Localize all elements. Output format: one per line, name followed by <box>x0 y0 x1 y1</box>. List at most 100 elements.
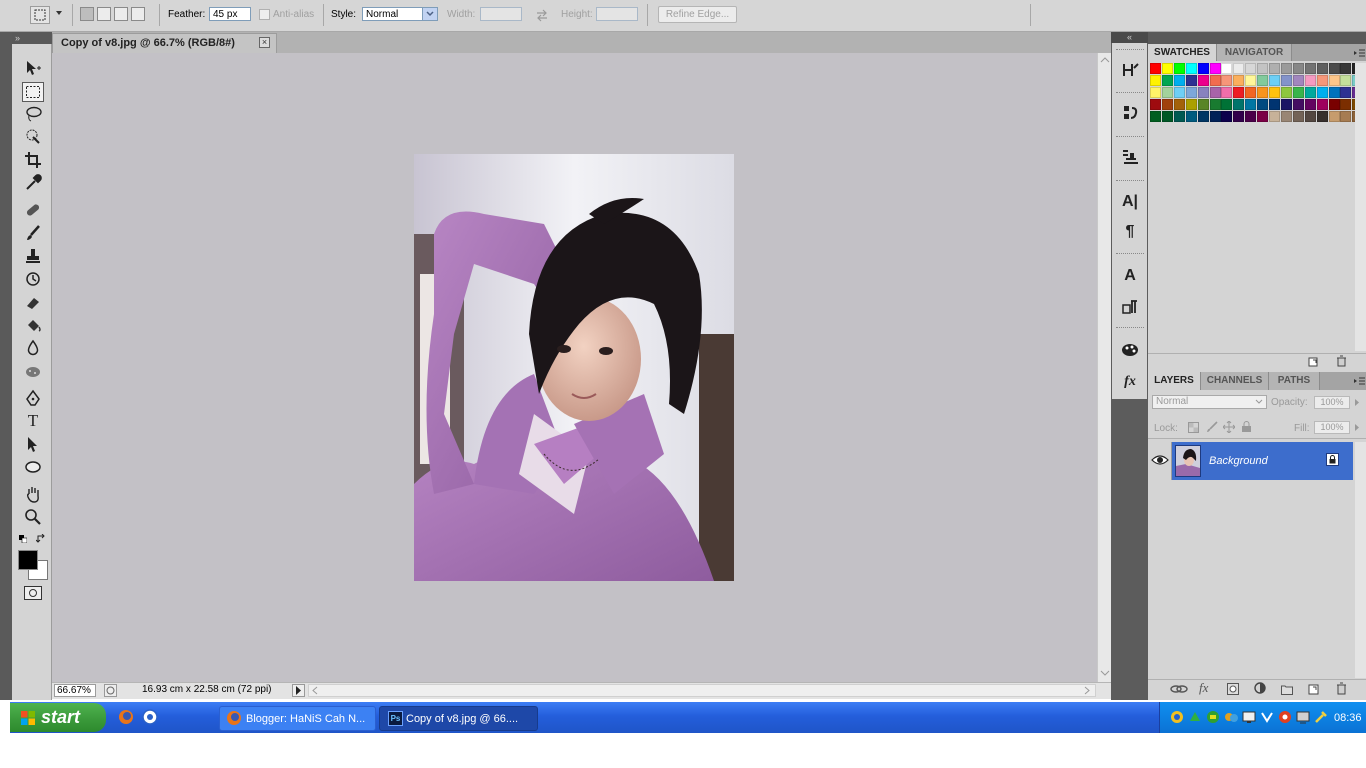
hand-tool[interactable] <box>22 484 44 504</box>
document-tab[interactable]: Copy of v8.jpg @ 66.7% (RGB/8#) <box>52 33 277 53</box>
tool-presets-icon[interactable] <box>1116 145 1144 169</box>
tray-update-icon[interactable] <box>1187 709 1203 725</box>
swatch[interactable] <box>1197 75 1209 86</box>
dock-grip[interactable] <box>1116 180 1144 184</box>
tool-preset-picker[interactable] <box>30 6 50 24</box>
paint-bucket-tool[interactable] <box>22 315 44 335</box>
quick-mask-button[interactable] <box>24 586 42 600</box>
scroll-left-icon[interactable] <box>309 685 321 696</box>
delete-layer-icon[interactable] <box>1336 682 1347 695</box>
height-input[interactable] <box>596 7 638 21</box>
opacity-field[interactable]: 100% <box>1314 396 1350 409</box>
swatch[interactable] <box>1340 99 1352 110</box>
swatch[interactable] <box>1197 111 1209 122</box>
eraser-tool[interactable] <box>22 292 44 312</box>
tray-display-icon[interactable] <box>1241 709 1257 725</box>
swatch[interactable] <box>1150 63 1161 74</box>
color-palette-icon[interactable] <box>1116 338 1144 362</box>
swatch[interactable] <box>1221 75 1233 86</box>
swatch[interactable] <box>1280 75 1292 86</box>
lock-transparent-icon[interactable] <box>1188 422 1199 433</box>
swatch[interactable] <box>1304 87 1316 98</box>
default-colors-icon[interactable] <box>19 535 27 543</box>
refine-edge-button[interactable]: Refine Edge... <box>658 6 737 23</box>
swatch[interactable] <box>1233 99 1245 110</box>
status-menu-button[interactable] <box>292 684 305 697</box>
blur-tool[interactable] <box>22 338 44 358</box>
swatch[interactable] <box>1316 87 1328 98</box>
swap-dimensions-icon[interactable] <box>535 8 549 22</box>
delete-swatch-icon[interactable] <box>1336 355 1347 367</box>
close-tab-icon[interactable]: × <box>259 37 270 48</box>
rectangular-marquee-tool[interactable] <box>22 82 44 102</box>
swatch[interactable] <box>1185 99 1197 110</box>
swatch[interactable] <box>1340 111 1352 122</box>
swatch[interactable] <box>1280 99 1292 110</box>
pen-tool[interactable] <box>22 388 44 408</box>
swatch[interactable] <box>1197 63 1209 74</box>
tray-tool-icon[interactable] <box>1313 709 1329 725</box>
tab-layers[interactable]: LAYERS <box>1148 372 1201 390</box>
swatch[interactable] <box>1316 99 1328 110</box>
browser-quicklaunch-icon[interactable] <box>142 709 158 725</box>
vertical-scrollbar[interactable] <box>1097 53 1111 682</box>
swatch[interactable] <box>1304 75 1316 86</box>
dodge-tool[interactable] <box>22 361 44 381</box>
fill-arrow-icon[interactable] <box>1353 423 1361 432</box>
swatch[interactable] <box>1269 63 1280 74</box>
brush-tool[interactable] <box>22 223 44 243</box>
scroll-right-icon[interactable] <box>1081 685 1093 696</box>
swatch[interactable] <box>1292 63 1304 74</box>
swatch[interactable] <box>1221 63 1233 74</box>
layers-scrollbar[interactable] <box>1355 442 1366 678</box>
swatch[interactable] <box>1185 75 1197 86</box>
adjustment-layer-icon[interactable] <box>1254 682 1268 695</box>
swatch[interactable] <box>1269 87 1280 98</box>
swatch[interactable] <box>1161 99 1173 110</box>
swatch[interactable] <box>1257 87 1269 98</box>
swatch[interactable] <box>1209 99 1221 110</box>
swatch[interactable] <box>1257 63 1269 74</box>
dock-grip[interactable] <box>1116 136 1144 140</box>
swatch[interactable] <box>1150 75 1161 86</box>
paragraph-panel-icon[interactable]: ¶ <box>1116 220 1144 244</box>
swatch[interactable] <box>1173 87 1185 98</box>
eyedropper-tool[interactable] <box>22 173 44 193</box>
intersect-selection-button[interactable] <box>131 7 145 21</box>
panels-header[interactable] <box>1148 32 1366 44</box>
dock-grip[interactable] <box>1116 327 1144 331</box>
spot-healing-tool[interactable] <box>22 200 44 220</box>
dock-grip[interactable] <box>1116 49 1144 53</box>
crop-tool[interactable] <box>22 150 44 170</box>
opacity-arrow-icon[interactable] <box>1353 398 1361 407</box>
swatch[interactable] <box>1221 99 1233 110</box>
tray-usb-icon[interactable] <box>1259 709 1275 725</box>
swatch[interactable] <box>1280 63 1292 74</box>
swatch[interactable] <box>1197 99 1209 110</box>
dock-grip[interactable] <box>1116 253 1144 257</box>
swatch[interactable] <box>1173 75 1185 86</box>
swatches-panel-menu-icon[interactable] <box>1352 47 1366 59</box>
swatch[interactable] <box>1185 87 1197 98</box>
swatch[interactable] <box>1209 75 1221 86</box>
swatch[interactable] <box>1328 111 1340 122</box>
swatch[interactable] <box>1150 87 1161 98</box>
swatch[interactable] <box>1233 75 1245 86</box>
swatch[interactable] <box>1161 63 1173 74</box>
fill-field[interactable]: 100% <box>1314 421 1350 434</box>
clone-source-icon[interactable] <box>1116 101 1144 125</box>
swatch[interactable] <box>1209 63 1221 74</box>
swatch[interactable] <box>1269 99 1280 110</box>
history-brush-tool[interactable] <box>22 269 44 289</box>
swatch[interactable] <box>1245 63 1257 74</box>
tools-panel-header[interactable]: » <box>12 32 52 44</box>
add-to-selection-button[interactable] <box>97 7 111 21</box>
swatch[interactable] <box>1340 75 1352 86</box>
new-selection-button[interactable] <box>80 7 94 21</box>
swatch[interactable] <box>1173 63 1185 74</box>
styles-fx-icon[interactable]: fx <box>1116 370 1144 394</box>
scroll-up-icon[interactable] <box>1098 53 1112 67</box>
swatch[interactable] <box>1280 111 1292 122</box>
layer-mask-icon[interactable] <box>1227 683 1239 695</box>
swatch[interactable] <box>1328 75 1340 86</box>
